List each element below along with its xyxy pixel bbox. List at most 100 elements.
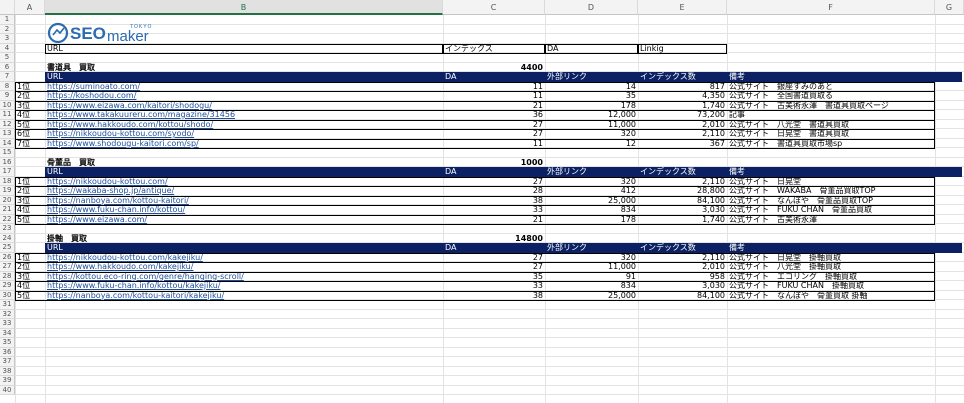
row-header-18[interactable]: 18 (0, 176, 15, 186)
column-header-f[interactable]: F (727, 0, 935, 15)
url-link[interactable]: https://nanboya.com/kottou-kaitori/kakej… (45, 291, 443, 301)
rank-cell: 2位 (17, 262, 31, 271)
row-header-23[interactable]: 23 (0, 224, 15, 234)
url-link[interactable]: https://www.eizawa.com/ (45, 215, 443, 225)
rank-cell: 5位 (17, 214, 31, 224)
col-header-url: URL (47, 72, 63, 81)
row-header-34[interactable]: 34 (0, 328, 15, 338)
row-header-6[interactable]: 6 (0, 62, 15, 72)
da-cell: 27 (532, 252, 543, 262)
url-link[interactable]: https://www.fuku-chan.info/kottou/ (45, 205, 443, 215)
da-cell: 28 (532, 186, 543, 195)
row-header-13[interactable]: 13 (0, 129, 15, 139)
external-links-cell: 320 (620, 176, 636, 186)
row-header-14[interactable]: 14 (0, 138, 15, 148)
col-header-index-count: インデックス数 (640, 72, 696, 81)
column-header-e[interactable]: E (638, 0, 727, 15)
row-header-35[interactable]: 35 (0, 338, 15, 348)
row-header-33[interactable]: 33 (0, 319, 15, 329)
row-header-1[interactable]: 1 (0, 15, 15, 25)
column-header-b[interactable]: B (45, 0, 443, 15)
url-link[interactable]: https://www.hakkoudo.com/kottou/shodo/ (45, 120, 443, 130)
row-header-12[interactable]: 12 (0, 119, 15, 129)
row-header-4[interactable]: 4 (0, 43, 15, 53)
spreadsheet-grid[interactable]: A B C D E F G 1 2 3 4 5 6 7 8 9 10 11 12 13 14 15 16 17 18 19 20 21… (0, 0, 964, 403)
row-header-32[interactable]: 32 (0, 309, 15, 319)
row-header-5[interactable]: 5 (0, 53, 15, 63)
column-header-c[interactable]: C (443, 0, 545, 15)
row-header-38[interactable]: 38 (0, 366, 15, 376)
url-link[interactable]: https://nanboya.com/kottou-kaitori/ (45, 196, 443, 206)
row-header-31[interactable]: 31 (0, 300, 15, 310)
row-header-40[interactable]: 40 (0, 385, 15, 395)
row-header-26[interactable]: 26 (0, 252, 15, 262)
rank-cell: 4位 (17, 110, 31, 119)
rank-cell: 2位 (17, 91, 31, 100)
url-link[interactable]: https://koshodou.com/ (45, 91, 443, 101)
row-header-16[interactable]: 16 (0, 157, 15, 167)
grid-row-line (15, 300, 964, 310)
row-header-27[interactable]: 27 (0, 262, 15, 272)
index-count-cell: 73,200 (697, 110, 725, 119)
row-header-24[interactable]: 24 (0, 233, 15, 243)
row-header-17[interactable]: 17 (0, 167, 15, 177)
note-cell: 公式サイト なんぼや 骨董品買取TOP (729, 195, 874, 205)
row-header-37[interactable]: 37 (0, 357, 15, 367)
row-header-3[interactable]: 3 (0, 34, 15, 44)
url-link[interactable]: https://nikkoudou-kottou.com/ (45, 177, 443, 187)
row-header-9[interactable]: 9 (0, 91, 15, 101)
row-header-30[interactable]: 30 (0, 290, 15, 300)
row-header-8[interactable]: 8 (0, 81, 15, 91)
row-header-10[interactable]: 10 (0, 100, 15, 110)
external-links-cell: 12,000 (608, 110, 636, 119)
url-link[interactable]: https://www.eizawa.com/kaitori/shodogu/ (45, 101, 443, 111)
row-header-29[interactable]: 29 (0, 281, 15, 291)
row-header-7[interactable]: 7 (0, 72, 15, 82)
da-cell: 27 (532, 119, 543, 129)
row-header-2[interactable]: 2 (0, 24, 15, 34)
external-links-cell: 320 (620, 252, 636, 262)
da-cell: 38 (532, 290, 543, 300)
index-count-cell: 84,100 (697, 290, 725, 300)
url-link[interactable]: https://www.shodougu-kaitori.com/sp/ (45, 139, 443, 149)
section-title: 骨董品 買取 (47, 157, 95, 167)
index-count-cell: 3,030 (702, 281, 725, 290)
rank-cell: 2位 (17, 186, 31, 195)
row-header-28[interactable]: 28 (0, 271, 15, 281)
url-link[interactable]: https://wakaba-shop.jp/antique/ (45, 186, 443, 196)
note-cell: 公式サイト FUKU CHAN 掛軸買取 (729, 281, 864, 290)
url-link[interactable]: https://www.fuku-chan.info/kottou/kakeji… (45, 281, 443, 291)
select-all-corner[interactable] (0, 0, 15, 15)
url-link[interactable]: https://kottou.eco-ring.com/genre/hangin… (45, 272, 443, 282)
index-count-cell: 4,350 (702, 91, 725, 100)
col-header-note: 備考 (729, 72, 745, 81)
rank-cell: 6位 (17, 129, 31, 138)
row-header-36[interactable]: 36 (0, 347, 15, 357)
external-links-cell: 320 (620, 129, 636, 138)
index-count-cell: 28,800 (697, 186, 725, 195)
row-header-19[interactable]: 19 (0, 186, 15, 196)
external-links-cell: 11,000 (608, 262, 636, 271)
col-header-url: URL (47, 167, 63, 176)
url-link[interactable]: https://www.hakkoudo.com/kakejiku/ (45, 262, 443, 272)
grid-row-line (15, 53, 964, 63)
column-header-d[interactable]: D (545, 0, 638, 15)
index-count-cell: 3,030 (702, 205, 725, 214)
row-header-20[interactable]: 20 (0, 195, 15, 205)
row-header-22[interactable]: 22 (0, 214, 15, 224)
row-header-25[interactable]: 25 (0, 243, 15, 253)
row-header-21[interactable]: 21 (0, 205, 15, 215)
index-count-cell: 2,010 (702, 119, 725, 129)
url-link[interactable]: https://nikkoudou-kottou.com/kakejiku/ (45, 253, 443, 263)
column-header-g[interactable]: G (935, 0, 964, 15)
note-cell: 記事 (729, 110, 745, 119)
index-count-cell: 958 (709, 271, 725, 281)
row-header-39[interactable]: 39 (0, 376, 15, 386)
url-link[interactable]: https://nikkoudou-kottou.com/syodo/ (45, 129, 443, 139)
url-link[interactable]: https://suminoato.com/ (45, 82, 443, 92)
row-header-11[interactable]: 11 (0, 110, 15, 120)
row-header-15[interactable]: 15 (0, 148, 15, 158)
index-count-cell: 367 (709, 138, 725, 148)
column-header-a[interactable]: A (15, 0, 45, 15)
url-link[interactable]: https://www.takakuureru.com/magazine/314… (45, 110, 443, 120)
